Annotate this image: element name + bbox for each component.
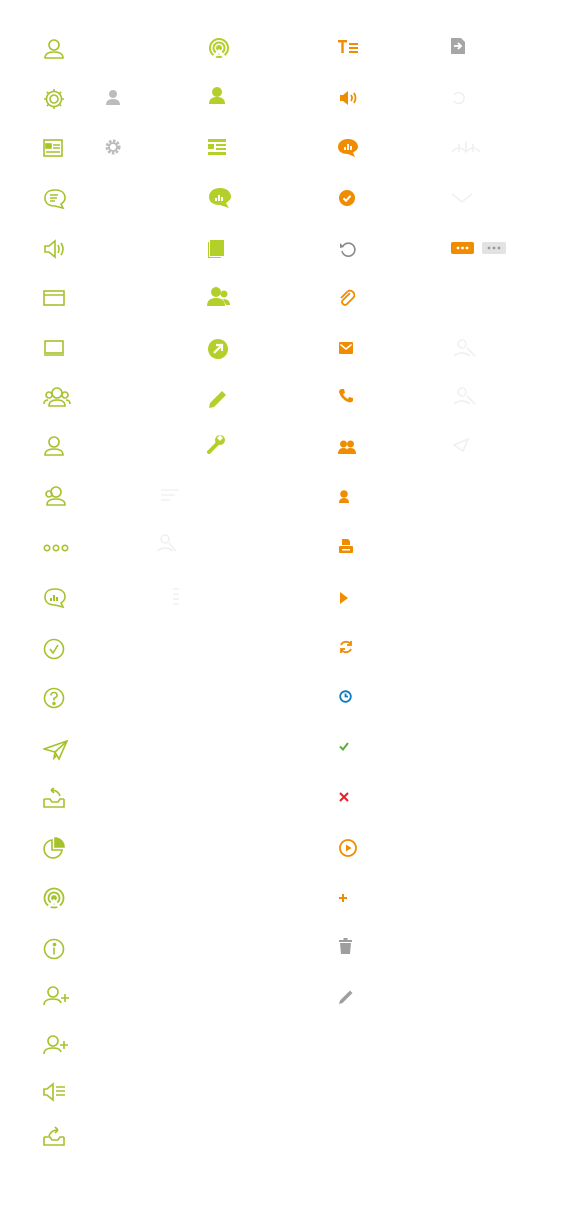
window-icon[interactable] bbox=[43, 289, 65, 307]
monitor-icon[interactable] bbox=[43, 340, 65, 358]
printer-icon[interactable] bbox=[339, 539, 353, 553]
more-orange-icon[interactable] bbox=[451, 242, 474, 254]
group-icon[interactable] bbox=[338, 440, 356, 454]
mail-icon[interactable] bbox=[339, 342, 353, 354]
ellipsis-icon[interactable] bbox=[43, 542, 69, 554]
pie-chart-icon[interactable] bbox=[43, 837, 65, 859]
text-size-icon[interactable] bbox=[338, 40, 358, 54]
ghost-list-icon bbox=[172, 587, 180, 605]
user-add-icon[interactable] bbox=[43, 485, 69, 507]
group-icon[interactable] bbox=[43, 386, 71, 408]
phone-icon[interactable] bbox=[339, 389, 353, 403]
pencil-icon[interactable] bbox=[208, 389, 228, 409]
plus-icon[interactable] bbox=[339, 894, 347, 902]
user-icon[interactable] bbox=[43, 435, 65, 457]
play-icon[interactable] bbox=[340, 592, 348, 604]
help-icon[interactable] bbox=[43, 687, 65, 709]
share-icon[interactable] bbox=[43, 1125, 67, 1147]
speaker-icon[interactable] bbox=[43, 238, 67, 260]
more-gray-icon[interactable] bbox=[482, 242, 506, 254]
inbox-return-icon[interactable] bbox=[43, 787, 67, 809]
user-icon[interactable] bbox=[106, 89, 120, 105]
check-icon[interactable] bbox=[339, 742, 349, 751]
info-icon[interactable] bbox=[43, 938, 65, 960]
import-icon[interactable] bbox=[451, 38, 465, 54]
chat-chart-icon[interactable] bbox=[43, 587, 67, 609]
ghost-refresh-icon bbox=[451, 91, 467, 105]
paperclip-icon[interactable] bbox=[339, 288, 355, 306]
ghost-user-icon bbox=[156, 533, 178, 555]
group-icon[interactable] bbox=[206, 286, 230, 306]
user-icon[interactable] bbox=[339, 490, 349, 503]
pencil-icon[interactable] bbox=[339, 990, 353, 1004]
broadcast-icon[interactable] bbox=[43, 887, 65, 909]
user-icon[interactable] bbox=[43, 38, 65, 60]
external-link-icon[interactable] bbox=[208, 339, 228, 359]
chat-chart-icon[interactable] bbox=[338, 139, 358, 157]
gear-icon[interactable] bbox=[43, 88, 65, 110]
play-circle-icon[interactable] bbox=[339, 839, 357, 857]
close-icon[interactable] bbox=[339, 792, 349, 802]
list-layout-icon[interactable] bbox=[43, 139, 63, 157]
user-plus-icon[interactable] bbox=[43, 1034, 69, 1056]
wrench-icon[interactable] bbox=[206, 434, 226, 454]
ghost-crown-icon bbox=[451, 140, 481, 156]
broadcast-icon[interactable] bbox=[208, 37, 230, 59]
check-circle-icon[interactable] bbox=[43, 638, 65, 660]
ghost-user-icon bbox=[453, 386, 477, 408]
user-plus-icon[interactable] bbox=[43, 985, 71, 1007]
list-layout-icon[interactable] bbox=[208, 139, 226, 155]
book-icon[interactable] bbox=[208, 240, 224, 258]
ghost-chevron-icon bbox=[451, 192, 473, 204]
volume-icon[interactable] bbox=[340, 90, 358, 106]
refresh-icon[interactable] bbox=[339, 240, 357, 258]
gear-icon[interactable] bbox=[104, 138, 122, 156]
check-circle-icon[interactable] bbox=[339, 190, 355, 206]
sync-icon[interactable] bbox=[339, 640, 353, 654]
chat-chart-icon[interactable] bbox=[208, 187, 232, 209]
ghost-user-icon bbox=[453, 338, 477, 360]
speaker-list-icon[interactable] bbox=[43, 1082, 67, 1102]
paper-plane-icon[interactable] bbox=[43, 739, 69, 761]
ghost-plane-icon bbox=[453, 438, 469, 452]
ghost-lines-icon bbox=[160, 488, 180, 502]
clock-icon[interactable] bbox=[339, 690, 352, 703]
user-icon[interactable] bbox=[208, 86, 226, 104]
trash-icon[interactable] bbox=[339, 938, 352, 954]
chat-text-icon[interactable] bbox=[43, 188, 67, 210]
